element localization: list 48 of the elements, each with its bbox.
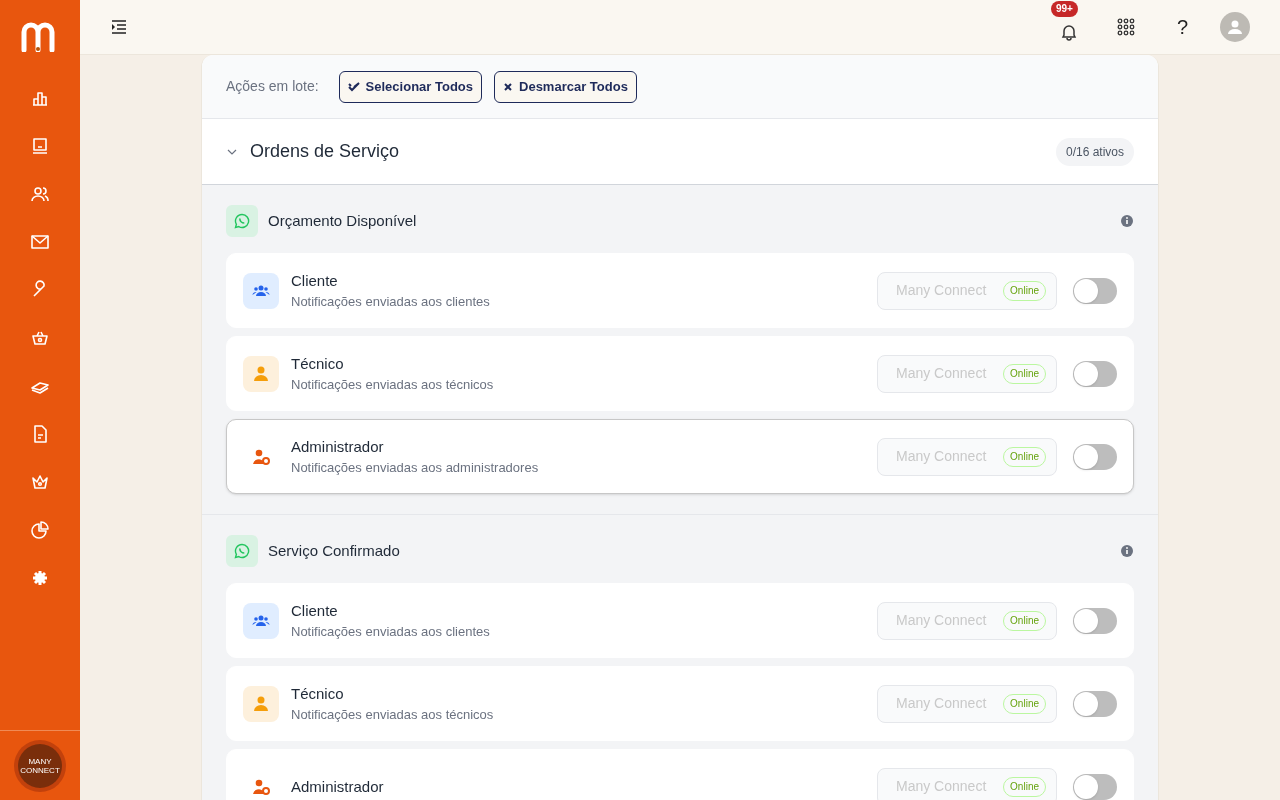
toggle-switch[interactable] <box>1073 773 1117 800</box>
whatsapp-icon <box>234 543 250 559</box>
person-icon <box>252 694 270 713</box>
deselect-all-button[interactable]: Desmarcar Todos <box>494 70 637 103</box>
row-subtitle: Notificações enviadas aos clientes <box>291 292 490 311</box>
whatsapp-icon <box>234 213 250 229</box>
batch-actions-label: Ações em lote: <box>226 77 319 96</box>
user-avatar[interactable] <box>1220 12 1250 42</box>
row-subtitle: Notificações enviadas aos administradores <box>291 458 539 477</box>
settings-icon[interactable] <box>30 568 50 588</box>
person-icon <box>252 364 270 383</box>
row-subtitle: Notificações enviadas aos técnicos <box>291 705 494 724</box>
toggle-switch[interactable] <box>1073 360 1117 387</box>
close-icon <box>503 81 513 92</box>
row-title: Cliente <box>291 600 339 621</box>
double-check-icon <box>347 80 360 93</box>
toggle-switch[interactable] <box>1073 690 1117 717</box>
apps-grid-icon[interactable] <box>1116 18 1135 36</box>
menu-icon[interactable] <box>110 19 128 35</box>
info-icon[interactable] <box>1120 544 1134 558</box>
user-gear-icon <box>252 447 270 466</box>
section-title: Ordens de Serviço <box>250 140 400 163</box>
user-icon <box>1227 19 1243 35</box>
toggle-switch[interactable] <box>1073 607 1117 634</box>
active-count-badge: 0/16 ativos <box>1055 137 1134 166</box>
help-button[interactable]: ? <box>1176 12 1188 42</box>
users-icon[interactable] <box>30 184 50 204</box>
row-subtitle: Notificações enviadas aos técnicos <box>291 375 494 394</box>
company-logo: MANY CONNECT <box>18 743 62 788</box>
monitor-icon[interactable] <box>30 136 50 156</box>
user-gear-icon <box>252 777 270 796</box>
toggle-switch[interactable] <box>1073 443 1117 470</box>
notification-bell-icon[interactable] <box>1059 23 1078 41</box>
select-all-button[interactable]: Selecionar Todos <box>338 70 482 103</box>
row-title: Técnico <box>291 683 345 704</box>
toggle-switch[interactable] <box>1073 277 1117 304</box>
group-title: Orçamento Disponível <box>268 210 417 231</box>
notification-badge: 99+ <box>1050 1 1078 17</box>
row-subtitle: Notificações enviadas aos clientes <box>291 622 490 641</box>
row-title: Cliente <box>291 270 339 291</box>
pie-chart-icon[interactable] <box>30 520 50 540</box>
crown-icon[interactable] <box>30 472 50 492</box>
mail-icon[interactable] <box>30 232 50 252</box>
row-title: Administrador <box>291 436 385 457</box>
row-title: Técnico <box>291 353 345 374</box>
row-title: Administrador <box>291 776 384 797</box>
info-icon[interactable] <box>1120 214 1134 228</box>
group-title: Serviço Confirmado <box>268 540 400 561</box>
